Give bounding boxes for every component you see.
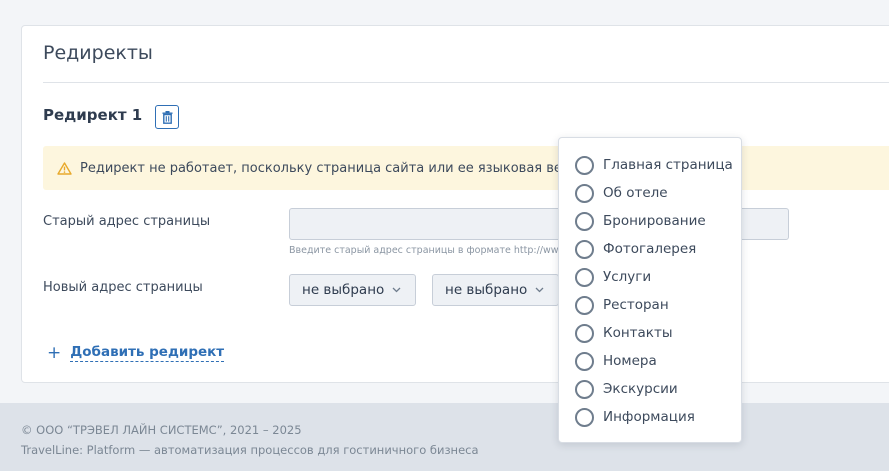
language-select-value: не выбрано [445,282,528,298]
dropdown-option[interactable]: Услуги [559,263,741,291]
old-address-label: Старый адрес страницы [43,214,211,229]
footer-tagline: TravelLine: Platform — автоматизация про… [21,443,479,457]
radio-icon[interactable] [575,379,594,399]
page-dropdown-menu: Главная страница Об отеле Бронирование Ф… [558,137,742,443]
chevron-down-icon [535,287,544,293]
option-label: Фотогалерея [603,241,697,257]
radio-icon[interactable] [575,295,594,315]
page-select[interactable]: не выбрано [289,274,416,306]
radio-icon[interactable] [575,323,594,343]
dropdown-option[interactable]: Экскурсии [559,375,741,403]
dropdown-option[interactable]: Ресторан [559,291,741,319]
divider [43,82,889,83]
dropdown-option[interactable]: Об отеле [559,179,741,207]
dropdown-option[interactable]: Номера [559,347,741,375]
add-redirect-label: Добавить редирект [70,344,225,362]
radio-icon[interactable] [575,211,594,231]
option-label: Информация [603,409,695,425]
plus-icon: + [47,342,62,363]
footer: © ООО “ТРЭВЕЛ ЛАЙН СИСТЕМС”, 2021 – 2025… [0,403,889,471]
option-label: Об отеле [603,185,668,201]
dropdown-option[interactable]: Информация [559,403,741,431]
redirects-card: Редиректы Редирект 1 Редирект не работае… [21,25,889,383]
redirect-heading: Редирект 1 [43,106,143,124]
warning-banner: Редирект не работает, поскольку страница… [43,146,889,190]
language-select[interactable]: не выбрано [432,274,559,306]
radio-icon[interactable] [575,267,594,287]
page-title: Редиректы [43,42,153,64]
footer-copyright: © ООО “ТРЭВЕЛ ЛАЙН СИСТЕМС”, 2021 – 2025 [21,423,302,437]
radio-icon[interactable] [575,351,594,371]
radio-icon[interactable] [575,407,594,427]
option-label: Ресторан [603,297,669,313]
page-select-value: не выбрано [302,282,385,298]
trash-icon [162,110,172,124]
option-label: Услуги [603,269,652,285]
radio-icon[interactable] [575,183,594,203]
option-label: Контакты [603,325,673,341]
dropdown-option[interactable]: Бронирование [559,207,741,235]
warning-text: Редирект не работает, поскольку страница… [80,160,571,176]
dropdown-option[interactable]: Главная страница [559,151,741,179]
option-label: Экскурсии [603,381,678,397]
radio-icon[interactable] [575,239,594,259]
radio-icon[interactable] [575,155,594,175]
chevron-down-icon [392,287,401,293]
add-redirect-link[interactable]: + Добавить редирект [47,342,225,363]
dropdown-option[interactable]: Фотогалерея [559,235,741,263]
delete-redirect-button[interactable] [155,105,179,129]
option-label: Главная страница [603,157,733,173]
new-address-label: Новый адрес страницы [43,280,203,295]
old-address-hint: Введите старый адрес страницы в формате … [289,245,569,256]
option-label: Бронирование [603,213,706,229]
warning-icon [57,161,72,175]
dropdown-option[interactable]: Контакты [559,319,741,347]
option-label: Номера [603,353,657,369]
